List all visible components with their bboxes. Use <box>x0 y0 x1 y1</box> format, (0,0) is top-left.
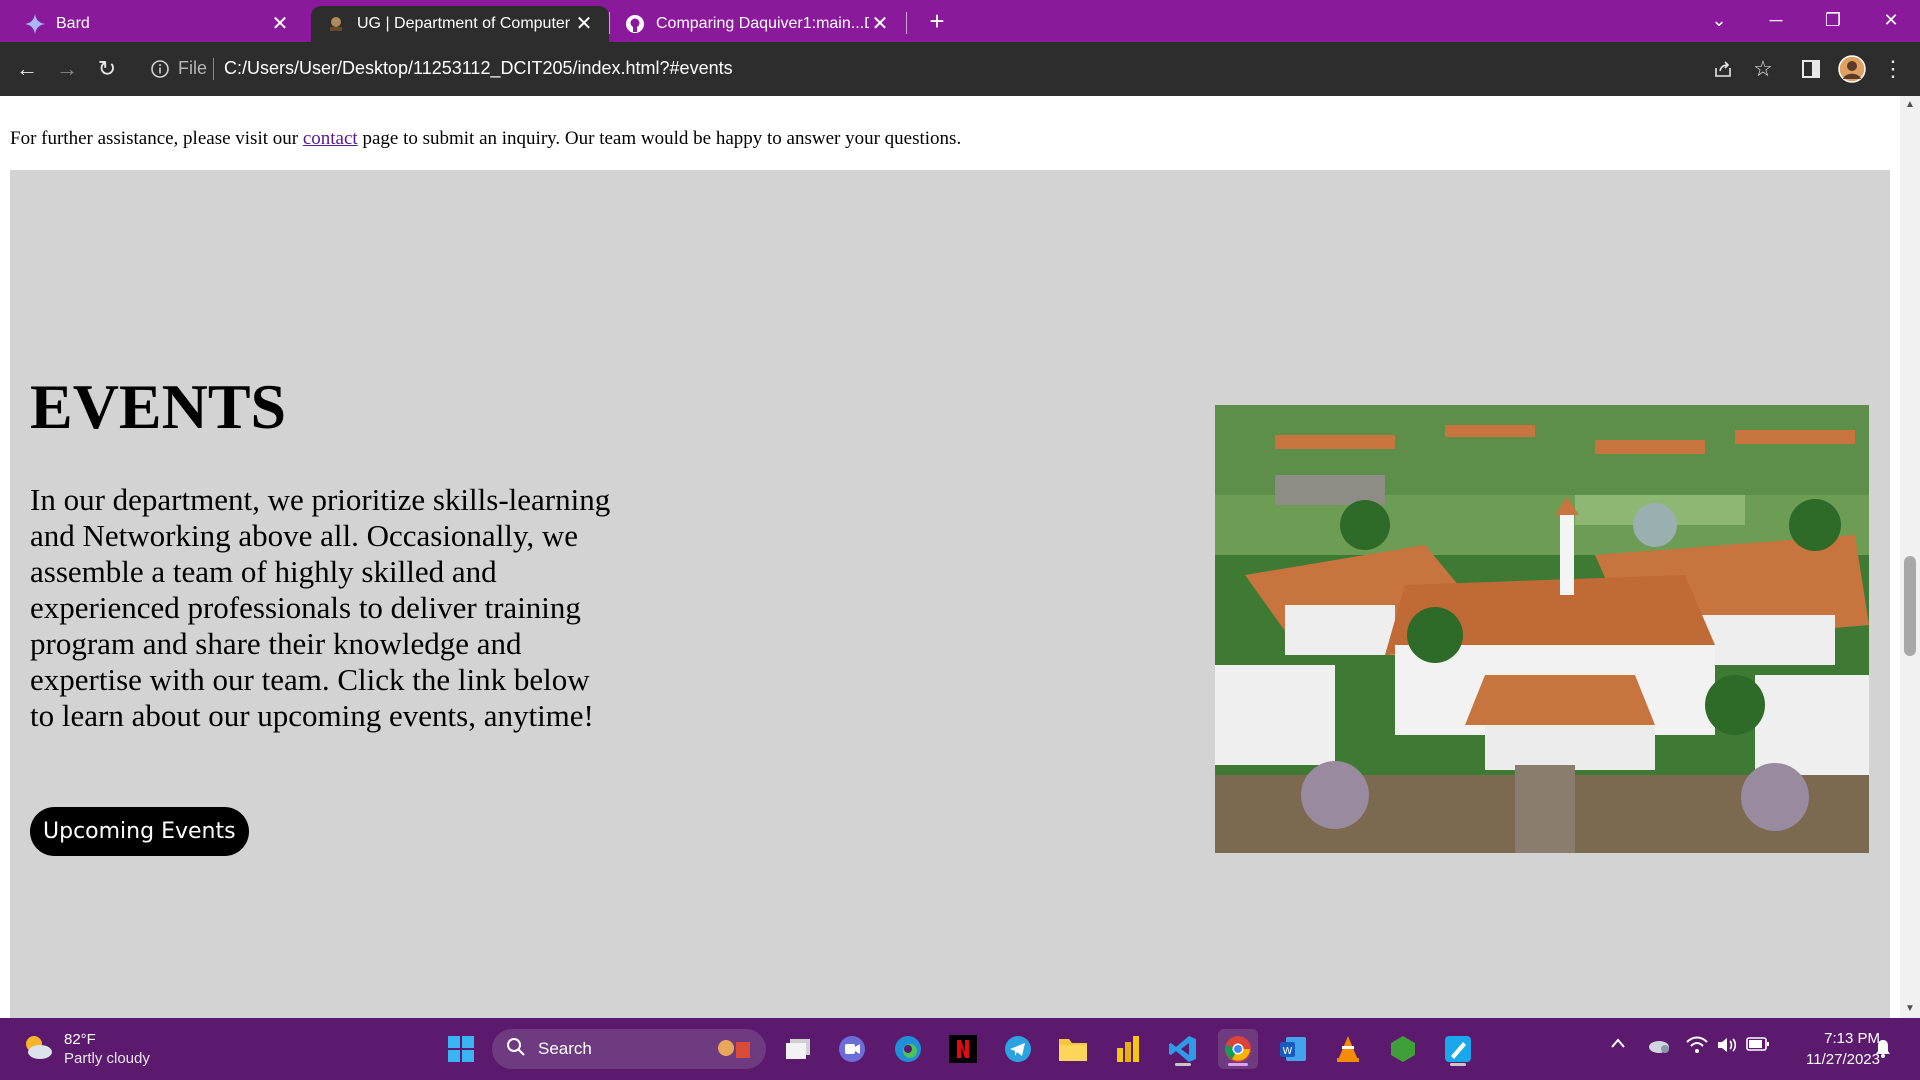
reload-button[interactable]: ↻ <box>91 53 123 85</box>
new-tab-button[interactable]: + <box>922 6 952 36</box>
side-panel-icon[interactable] <box>1796 54 1826 84</box>
volume-icon[interactable] <box>1716 1036 1738 1059</box>
clock-date: 11/27/2023 <box>1806 1051 1880 1068</box>
running-indicator <box>1175 1063 1191 1066</box>
kebab-menu-icon[interactable]: ⋮ <box>1878 54 1908 84</box>
close-window-button[interactable]: ✕ <box>1868 4 1914 36</box>
scheme-label: File <box>178 58 208 78</box>
omnibox-divider <box>213 58 214 80</box>
back-button[interactable]: ← <box>11 53 43 85</box>
page-scrollbar[interactable]: ▲ ▼ <box>1900 96 1920 1018</box>
onedrive-cloud-icon[interactable] <box>1647 1036 1671 1059</box>
forward-button[interactable]: → <box>51 53 83 85</box>
svg-text:W: W <box>1283 1046 1293 1057</box>
close-icon[interactable]: ✕ <box>269 14 291 34</box>
wifi-icon[interactable] <box>1686 1036 1708 1059</box>
events-description: In our department, we prioritize skills-… <box>30 482 611 733</box>
taskbar-search[interactable]: Search <box>492 1029 766 1069</box>
power-bi-icon[interactable] <box>1108 1029 1148 1069</box>
windows-taskbar: 82°F Partly cloudy Search W 7:13 PM 11/2… <box>0 1018 1920 1080</box>
page-viewport: For further assistance, please visit our… <box>0 96 1900 1018</box>
search-highlight-icon <box>714 1034 754 1065</box>
assistance-paragraph: For further assistance, please visit our… <box>10 128 961 150</box>
share-icon[interactable] <box>1708 54 1738 84</box>
bookmark-star-icon[interactable]: ☆ <box>1748 54 1778 84</box>
address-bar[interactable]: File C:/Users/User/Desktop/11253112_DCIT… <box>138 49 1730 89</box>
tab-strip: Bard ✕ UG | Department of Computer Sc ✕ … <box>0 0 1920 42</box>
search-icon <box>506 1037 526 1062</box>
weather-temperature: 82°F <box>64 1031 96 1048</box>
bard-sparkle-icon <box>24 13 46 35</box>
clock-time: 7:13 PM <box>1824 1030 1880 1047</box>
weather-condition: Partly cloudy <box>64 1050 150 1067</box>
assist-text-before: For further assistance, please visit our <box>10 128 303 149</box>
windows-start-icon[interactable] <box>441 1029 481 1069</box>
campus-aerial-image <box>1215 405 1869 853</box>
events-section: EVENTS In our department, we prioritize … <box>10 170 1890 1018</box>
restore-button[interactable]: ❐ <box>1810 4 1856 36</box>
tab-title: Bard <box>56 15 90 32</box>
partly-cloudy-icon <box>20 1032 54 1067</box>
minimize-button[interactable]: ─ <box>1753 4 1799 36</box>
telegram-icon[interactable] <box>998 1029 1038 1069</box>
browser-toolbar: ← → ↻ File C:/Users/User/Desktop/1125311… <box>0 42 1920 96</box>
contact-link[interactable]: contact <box>303 128 358 149</box>
chrome-icon[interactable] <box>1218 1029 1258 1069</box>
weather-widget[interactable]: 82°F Partly cloudy <box>20 1030 150 1068</box>
university-crest-icon <box>325 13 347 35</box>
scroll-thumb[interactable] <box>1904 556 1916 656</box>
close-icon[interactable]: ✕ <box>869 14 891 34</box>
tab-separator <box>906 12 907 34</box>
tab-title: Comparing Daquiver1:main...Dzi <box>656 15 869 32</box>
tab-ug-department[interactable]: UG | Department of Computer Sc ✕ <box>311 6 609 42</box>
url-text[interactable]: C:/Users/User/Desktop/11253112_DCIT205/i… <box>224 58 733 79</box>
notification-bell-icon[interactable] <box>1874 1038 1892 1063</box>
task-view-icon[interactable] <box>778 1029 818 1069</box>
info-icon[interactable] <box>150 59 170 79</box>
events-heading: EVENTS <box>30 371 287 442</box>
node-hexagon-icon[interactable] <box>1383 1029 1423 1069</box>
file-explorer-icon[interactable] <box>1053 1029 1093 1069</box>
edge-browser-icon[interactable] <box>888 1029 928 1069</box>
tab-bard[interactable]: Bard ✕ <box>10 6 305 42</box>
tab-title: UG | Department of Computer Sc <box>357 15 573 32</box>
running-indicator <box>1450 1063 1466 1066</box>
paint-app-icon[interactable] <box>1438 1029 1478 1069</box>
profile-avatar[interactable] <box>1837 54 1867 84</box>
upcoming-events-button[interactable]: Upcoming Events <box>30 807 249 856</box>
system-clock[interactable]: 7:13 PM 11/27/2023 <box>1780 1028 1880 1070</box>
scroll-up-arrow-icon[interactable]: ▲ <box>1900 96 1920 114</box>
tab-search-chevron-icon[interactable]: ⌄ <box>1696 4 1742 36</box>
vscode-icon[interactable] <box>1163 1029 1203 1069</box>
assist-text-after: page to submit an inquiry. Our team woul… <box>357 128 962 149</box>
netflix-icon[interactable] <box>943 1029 983 1069</box>
teams-chat-icon[interactable] <box>832 1029 872 1069</box>
running-indicator <box>1228 1063 1248 1066</box>
word-icon[interactable]: W <box>1273 1029 1313 1069</box>
vlc-icon[interactable] <box>1328 1029 1368 1069</box>
scroll-down-arrow-icon[interactable]: ▼ <box>1900 1000 1920 1018</box>
github-icon <box>624 13 646 35</box>
show-hidden-icons-chevron-icon[interactable] <box>1610 1036 1626 1054</box>
tab-github-compare[interactable]: Comparing Daquiver1:main...Dzi ✕ <box>610 6 905 42</box>
close-icon[interactable]: ✕ <box>573 14 595 34</box>
search-label: Search <box>538 1039 592 1058</box>
battery-icon[interactable] <box>1746 1036 1770 1057</box>
